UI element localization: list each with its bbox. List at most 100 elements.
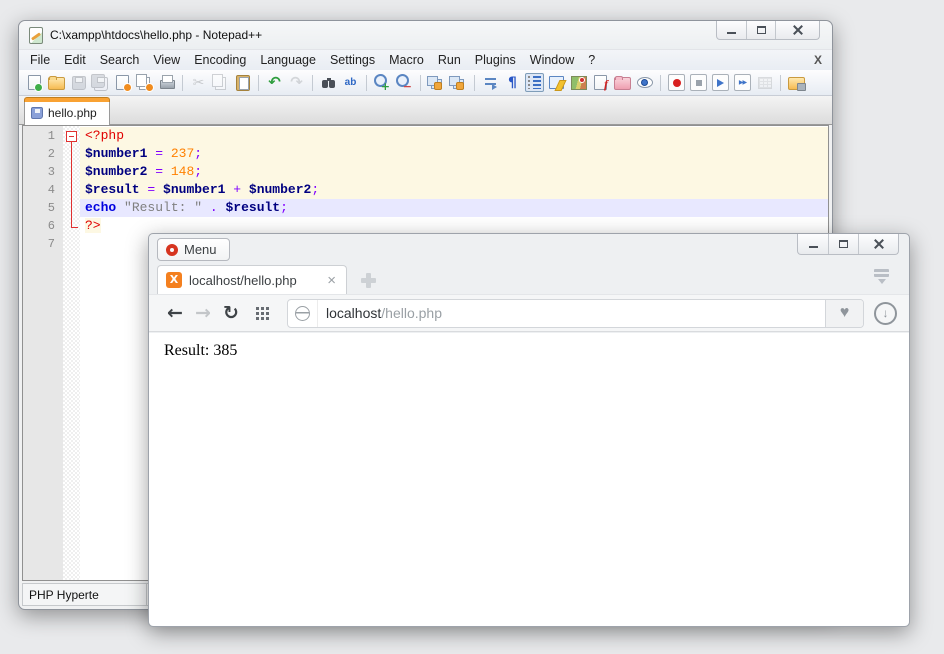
speed-dial-icon[interactable] (249, 304, 275, 322)
edit-popup-marked-text-button[interactable] (787, 73, 806, 92)
synchronize-horizontal-scrolling-button[interactable] (449, 73, 468, 92)
code-line-5: 5 echo "Result: " . $result; (23, 199, 828, 217)
save-recorded-macro-button[interactable] (755, 73, 774, 92)
maximize-button[interactable] (746, 21, 775, 39)
undo-button[interactable] (265, 73, 284, 92)
menu-view[interactable]: View (146, 51, 187, 69)
fold-marker-mid (63, 163, 80, 181)
token-op: . (210, 200, 218, 215)
find-button[interactable] (319, 73, 338, 92)
address-text[interactable]: localhost/hello.php (318, 300, 825, 327)
menu-plugins[interactable]: Plugins (468, 51, 523, 69)
new-tab-button[interactable] (361, 273, 376, 288)
save-button[interactable] (69, 73, 88, 92)
token-op: = (155, 164, 163, 179)
token-pl (116, 200, 124, 215)
code-text[interactable]: ?> (80, 217, 828, 235)
cut-button[interactable] (189, 73, 208, 92)
replace-button[interactable] (341, 73, 360, 92)
bookmark-heart-button[interactable]: ♥ (825, 300, 863, 327)
tab-menu-icon[interactable] (874, 269, 889, 288)
menu-run[interactable]: Run (431, 51, 468, 69)
line-number: 1 (23, 127, 63, 145)
close-all-files-button[interactable] (135, 73, 154, 92)
notepadpp-window-title: C:\xampp\htdocs\hello.php - Notepad++ (50, 28, 262, 42)
show-indent-guide-button[interactable] (525, 73, 544, 92)
token-pl (241, 182, 249, 197)
function-list-button[interactable] (591, 73, 610, 92)
token-tag: <?php (85, 128, 124, 143)
notepadpp-titlebar[interactable]: C:\xampp\htdocs\hello.php - Notepad++ (19, 21, 832, 49)
print-button[interactable] (157, 73, 176, 92)
menu-language[interactable]: Language (253, 51, 323, 69)
fold-marker-start[interactable] (63, 127, 80, 145)
code-text[interactable]: $number2 = 148; (80, 163, 828, 181)
line-number: 5 (23, 199, 63, 217)
token-op: = (155, 146, 163, 161)
menu-settings[interactable]: Settings (323, 51, 382, 69)
browser-tab-localhost[interactable]: X localhost/hello.php × (157, 265, 347, 294)
toolbar-separator (312, 75, 313, 91)
forward-button[interactable]: → (189, 302, 217, 324)
menu-window[interactable]: Window (523, 51, 581, 69)
zoom-out-button[interactable] (395, 73, 414, 92)
define-your-language-button[interactable] (547, 73, 566, 92)
menu-search[interactable]: Search (93, 51, 147, 69)
zoom-in-button[interactable] (373, 73, 392, 92)
maximize-icon (757, 26, 766, 34)
token-pl (202, 200, 210, 215)
token-pl (163, 146, 171, 161)
menu-macro[interactable]: Macro (382, 51, 431, 69)
file-monitoring-button[interactable] (635, 73, 654, 92)
run-macro-multiple-times-button[interactable] (733, 73, 752, 92)
new-file-button[interactable] (25, 73, 44, 92)
synchronize-vertical-scrolling-button[interactable] (427, 73, 446, 92)
tab-hello-php[interactable]: hello.php (24, 99, 110, 125)
opera-window: Menu X localhost/hello.php × ← → ↻ (148, 233, 910, 627)
menubar-close-document-button[interactable]: X (814, 53, 822, 67)
code-text[interactable]: $result = $number1 + $number2; (80, 181, 828, 199)
copy-button[interactable] (211, 73, 230, 92)
reload-button[interactable]: ↻ (217, 302, 245, 324)
maximize-button[interactable] (828, 234, 858, 254)
code-line-6: 6?> (23, 217, 828, 235)
downloads-button[interactable]: ↓ (874, 302, 897, 325)
folder-as-workspace-button[interactable] (613, 73, 632, 92)
save-all-button[interactable] (91, 73, 110, 92)
menu-file[interactable]: File (23, 51, 57, 69)
show-all-characters-button[interactable] (503, 73, 522, 92)
code-text[interactable]: echo "Result: " . $result; (80, 199, 828, 217)
notepadpp-menubar: FileEditSearchViewEncodingLanguageSettin… (19, 49, 832, 70)
close-file-button[interactable] (113, 73, 132, 92)
redo-button[interactable] (287, 73, 306, 92)
minimize-button[interactable] (717, 21, 746, 39)
close-button[interactable] (858, 234, 898, 254)
menu-encoding[interactable]: Encoding (187, 51, 253, 69)
code-lines: 1<?php2$number1 = 237;3$number2 = 148;4$… (23, 126, 828, 253)
toolbar-separator (780, 75, 781, 91)
code-text[interactable]: $number1 = 237; (80, 145, 828, 163)
back-button[interactable]: ← (161, 302, 189, 324)
tab-close-button[interactable]: × (325, 272, 338, 289)
close-icon (792, 24, 804, 36)
paste-button[interactable] (233, 73, 252, 92)
saved-floppy-icon (31, 107, 43, 119)
minimize-icon (727, 32, 736, 34)
word-wrap-button[interactable] (481, 73, 500, 92)
document-map-button[interactable] (569, 73, 588, 92)
code-text[interactable] (80, 235, 828, 253)
code-text[interactable]: <?php (80, 127, 828, 145)
browser-tab-title: localhost/hello.php (189, 273, 325, 288)
desktop: C:\xampp\htdocs\hello.php - Notepad++ Fi… (0, 0, 944, 654)
stop-macro-recording-button[interactable] (689, 73, 708, 92)
menu-edit[interactable]: Edit (57, 51, 93, 69)
menu-help[interactable]: ? (581, 51, 602, 69)
address-bar[interactable]: localhost/hello.php ♥ (287, 299, 864, 328)
start-macro-recording-button[interactable] (667, 73, 686, 92)
playback-macro-button[interactable] (711, 73, 730, 92)
fold-marker-mid (63, 199, 80, 217)
notepadpp-app-icon (28, 27, 44, 43)
browser-page-content: Result: 385 (149, 333, 909, 626)
close-button[interactable] (775, 21, 819, 39)
open-file-button[interactable] (47, 73, 66, 92)
